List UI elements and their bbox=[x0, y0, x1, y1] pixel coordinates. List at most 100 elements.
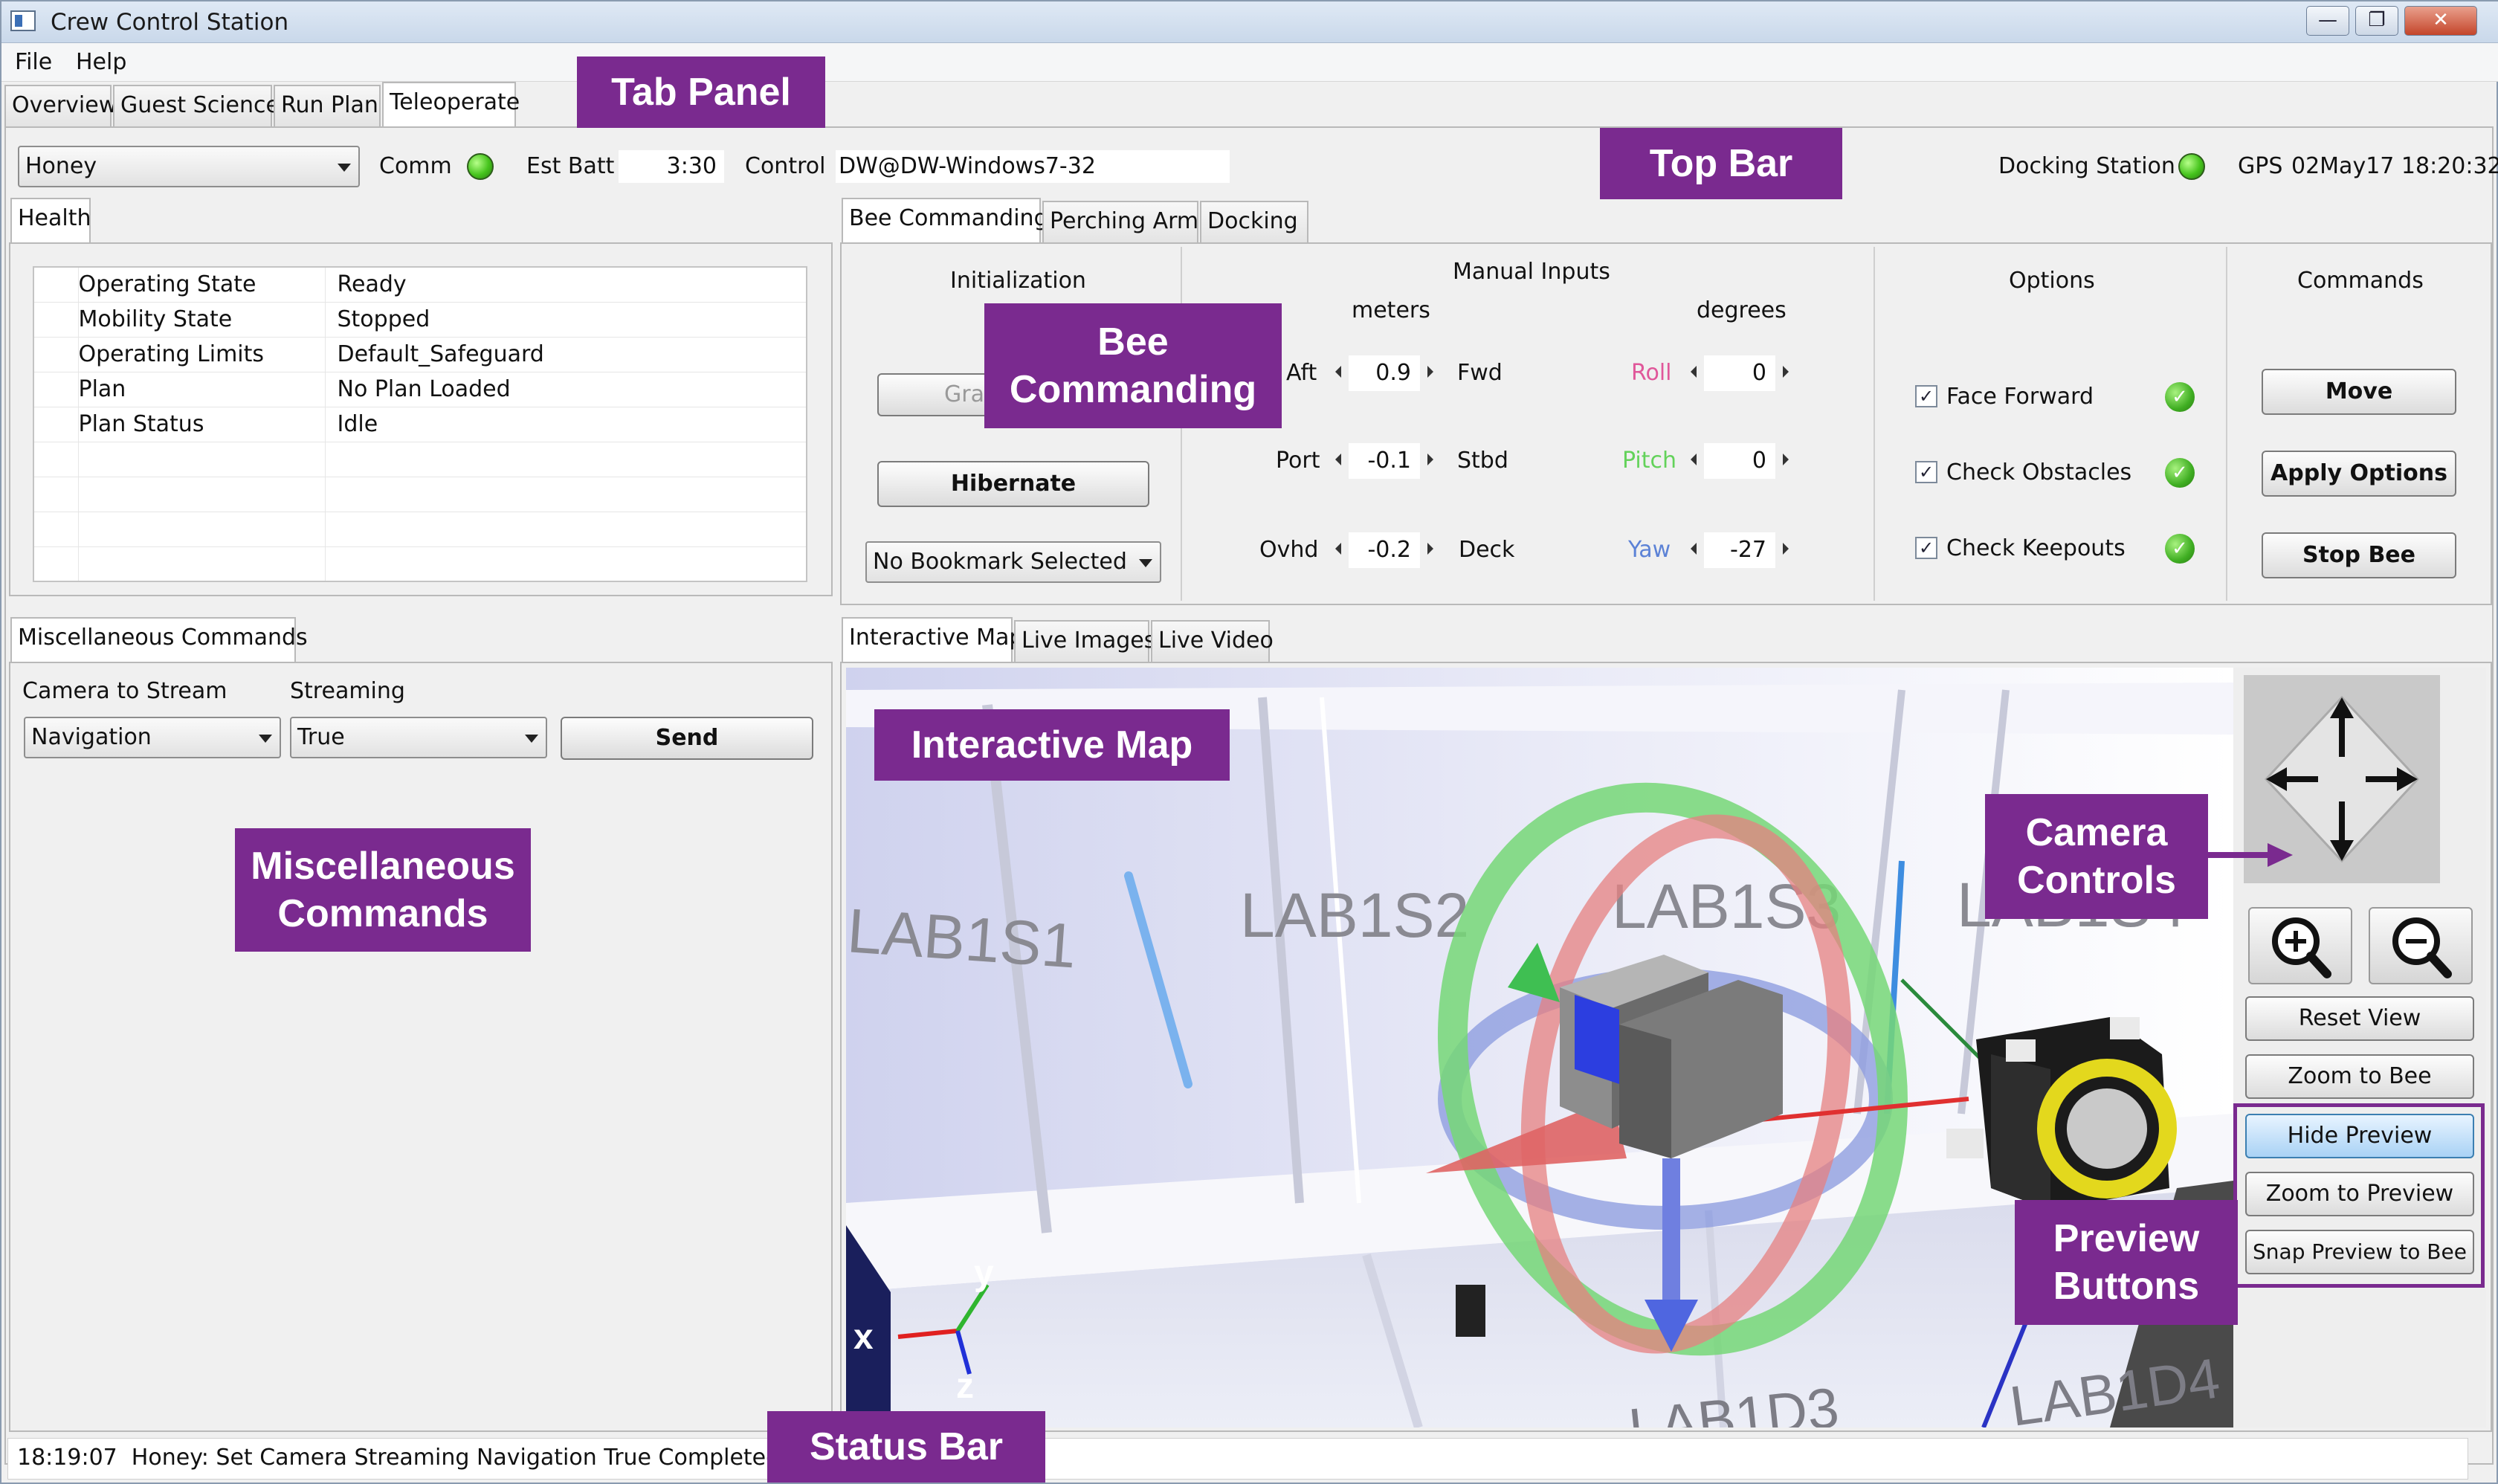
degrees-label: degrees bbox=[1697, 297, 1787, 323]
health-key: Mobility State bbox=[78, 302, 326, 338]
zoom-to-bee-button[interactable]: Zoom to Bee bbox=[2245, 1054, 2474, 1099]
bookmark-select[interactable]: No Bookmark Selected bbox=[865, 541, 1161, 583]
callout-preview-buttons: Preview Buttons bbox=[2015, 1200, 2238, 1325]
table-row[interactable]: Operating State Ready bbox=[33, 267, 807, 303]
camera-select[interactable]: Navigation bbox=[24, 717, 281, 758]
fwd-label: Fwd bbox=[1457, 360, 1503, 386]
callout-arrow-icon bbox=[2205, 843, 2293, 867]
robot-select[interactable]: Honey bbox=[18, 146, 360, 187]
bookmark-select-value: No Bookmark Selected bbox=[873, 549, 1127, 575]
meters-label: meters bbox=[1352, 297, 1430, 323]
health-key bbox=[78, 442, 326, 477]
y-meters-spinner[interactable]: -0.1 bbox=[1335, 443, 1433, 479]
decrement-icon[interactable] bbox=[1691, 543, 1697, 555]
initialization-label: Initialization bbox=[950, 268, 1086, 294]
roll-value[interactable]: 0 bbox=[1704, 355, 1775, 391]
yaw-value[interactable]: -27 bbox=[1704, 532, 1775, 568]
decrement-icon[interactable] bbox=[1335, 454, 1341, 465]
tab-interactive-map[interactable]: Interactive Map bbox=[842, 617, 1023, 662]
roll-label: Roll bbox=[1631, 360, 1672, 386]
check-keepouts-checkbox[interactable]: ✓ bbox=[1915, 537, 1937, 559]
divider bbox=[2226, 247, 2227, 601]
increment-icon[interactable] bbox=[1783, 454, 1789, 465]
chevron-down-icon bbox=[259, 735, 272, 743]
table-row[interactable]: Mobility State Stopped bbox=[33, 302, 807, 338]
tab-perching-arm[interactable]: Perching Arm bbox=[1042, 201, 1198, 242]
tab-bee-commanding[interactable]: Bee Commanding bbox=[842, 198, 1048, 242]
port-label: Port bbox=[1276, 448, 1320, 474]
check-obstacles-label: Check Obstacles bbox=[1946, 459, 2132, 485]
check-obstacles-checkbox[interactable]: ✓ bbox=[1915, 461, 1937, 483]
zoom-out-icon bbox=[2392, 917, 2452, 978]
restore-icon[interactable]: ❐ bbox=[2355, 6, 2398, 36]
tab-live-images[interactable]: Live Images bbox=[1014, 620, 1155, 662]
increment-icon[interactable] bbox=[1427, 454, 1433, 465]
minimize-icon[interactable]: — bbox=[2306, 6, 2349, 36]
close-icon[interactable]: ✕ bbox=[2404, 6, 2477, 36]
tab-miscellaneous-commands[interactable]: Miscellaneous Commands bbox=[10, 617, 308, 662]
tab-docking[interactable]: Docking bbox=[1200, 201, 1308, 242]
x-meters-value[interactable]: 0.9 bbox=[1349, 355, 1420, 391]
stop-bee-button[interactable]: Stop Bee bbox=[2262, 532, 2456, 578]
menu-help[interactable]: Help bbox=[76, 49, 126, 75]
pitch-value[interactable]: 0 bbox=[1704, 443, 1775, 479]
row-indicator bbox=[33, 512, 79, 547]
health-key: Plan bbox=[78, 372, 326, 407]
increment-icon[interactable] bbox=[1783, 366, 1789, 378]
menu-file[interactable]: File bbox=[15, 49, 52, 75]
chevron-down-icon bbox=[338, 164, 351, 172]
health-key bbox=[78, 546, 326, 582]
decrement-icon[interactable] bbox=[1335, 366, 1341, 378]
row-indicator bbox=[33, 302, 79, 338]
table-row[interactable] bbox=[33, 512, 807, 547]
tab-overview[interactable]: Overview bbox=[4, 85, 117, 126]
table-row[interactable]: Operating Limits Default_Safeguard bbox=[33, 337, 807, 372]
row-indicator bbox=[33, 267, 79, 303]
streaming-select[interactable]: True bbox=[290, 717, 547, 758]
health-value: No Plan Loaded bbox=[325, 372, 807, 407]
tab-guest-science[interactable]: Guest Science bbox=[113, 85, 280, 126]
health-value bbox=[325, 442, 807, 477]
table-row[interactable] bbox=[33, 477, 807, 512]
y-meters-value[interactable]: -0.1 bbox=[1349, 443, 1420, 479]
tab-run-plan[interactable]: Run Plan bbox=[274, 85, 381, 126]
decrement-icon[interactable] bbox=[1691, 366, 1697, 378]
increment-icon[interactable] bbox=[1427, 543, 1433, 555]
increment-icon[interactable] bbox=[1427, 366, 1433, 378]
tab-health[interactable]: Health bbox=[10, 198, 91, 242]
apply-options-button[interactable]: Apply Options bbox=[2262, 451, 2456, 497]
deck-label: Deck bbox=[1459, 537, 1515, 563]
misc-commands-panel bbox=[9, 662, 833, 1432]
table-row[interactable] bbox=[33, 442, 807, 477]
zoom-out-button[interactable] bbox=[2369, 907, 2473, 984]
reset-view-button[interactable]: Reset View bbox=[2245, 996, 2474, 1041]
roll-spinner[interactable]: 0 bbox=[1691, 355, 1789, 391]
move-button[interactable]: Move bbox=[2262, 369, 2456, 415]
table-row[interactable]: Plan No Plan Loaded bbox=[33, 372, 807, 407]
table-row[interactable] bbox=[33, 546, 807, 582]
health-key bbox=[78, 512, 326, 547]
zoom-in-button[interactable] bbox=[2248, 907, 2352, 984]
window-title: Crew Control Station bbox=[51, 9, 289, 36]
z-meters-value[interactable]: -0.2 bbox=[1349, 532, 1420, 568]
tab-live-video[interactable]: Live Video bbox=[1151, 620, 1274, 662]
x-meters-spinner[interactable]: 0.9 bbox=[1335, 355, 1433, 391]
send-button[interactable]: Send bbox=[561, 717, 813, 760]
callout-camera-controls: Camera Controls bbox=[1985, 794, 2208, 919]
increment-icon[interactable] bbox=[1783, 543, 1789, 555]
decrement-icon[interactable] bbox=[1335, 543, 1341, 555]
pitch-spinner[interactable]: 0 bbox=[1691, 443, 1789, 479]
check-icon: ✓ bbox=[2165, 534, 2195, 564]
callout-tab-panel: Tab Panel bbox=[577, 57, 825, 128]
callout-top-bar: Top Bar bbox=[1600, 128, 1842, 199]
hibernate-button[interactable]: Hibernate bbox=[877, 461, 1149, 507]
z-meters-spinner[interactable]: -0.2 bbox=[1335, 532, 1433, 568]
robot-select-value: Honey bbox=[25, 153, 97, 179]
yaw-spinner[interactable]: -27 bbox=[1691, 532, 1789, 568]
decrement-icon[interactable] bbox=[1691, 454, 1697, 465]
table-row[interactable]: Plan Status Idle bbox=[33, 407, 807, 442]
face-forward-checkbox[interactable]: ✓ bbox=[1915, 385, 1937, 407]
bracket bbox=[1456, 1285, 1485, 1337]
tab-teleoperate[interactable]: Teleoperate bbox=[382, 82, 520, 126]
check-keepouts-label: Check Keepouts bbox=[1946, 535, 2126, 561]
